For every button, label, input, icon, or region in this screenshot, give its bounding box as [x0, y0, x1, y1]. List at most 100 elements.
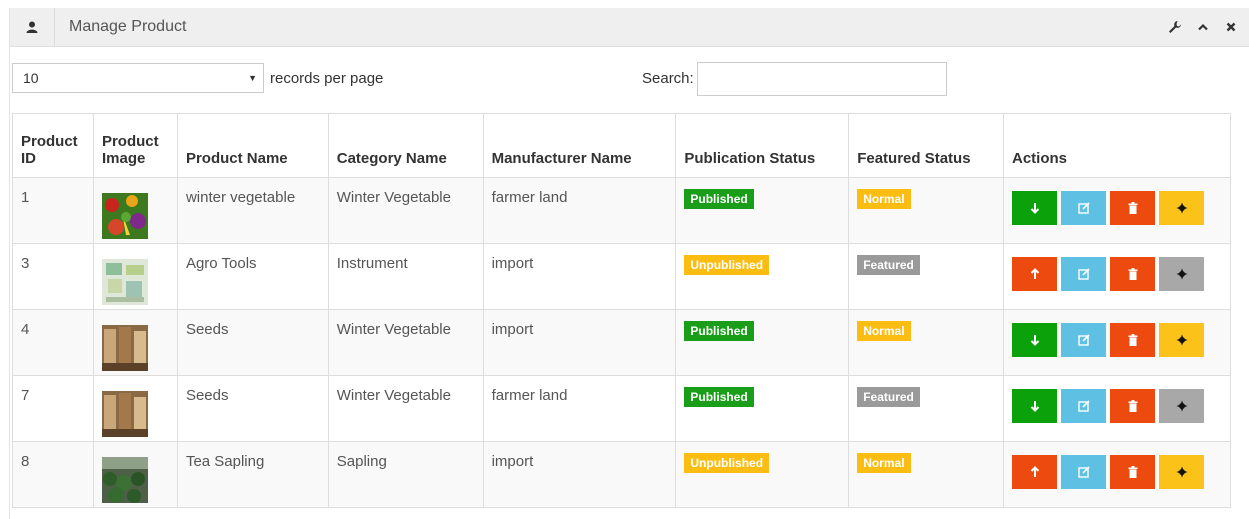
edit-icon [1077, 202, 1090, 214]
category-name: Sapling [327, 441, 484, 508]
table-header-row: Product ID Product Image Product Name Cate… [12, 113, 1231, 178]
arrow-down-icon [1030, 401, 1039, 412]
chevron-up-icon[interactable] [1195, 19, 1211, 35]
delete-button[interactable] [1110, 389, 1155, 423]
product-image-vegetables [101, 193, 148, 239]
edit-icon [1077, 268, 1090, 280]
trash-icon [1128, 466, 1137, 478]
search-label: Search: [642, 70, 694, 87]
publish-button[interactable] [1012, 455, 1057, 489]
manufacturer-name: import [482, 441, 677, 508]
close-icon[interactable] [1223, 19, 1239, 35]
product-name: Agro Tools [176, 243, 329, 310]
table-row: 3 Agro Tools Instrument import Unpublish… [12, 243, 1231, 310]
feature-button[interactable] [1159, 323, 1204, 357]
publication-status-badge: Published [684, 189, 754, 209]
product-name: Seeds [176, 375, 329, 442]
edit-button[interactable] [1061, 191, 1106, 225]
arrow-down-icon [1030, 203, 1039, 214]
manufacturer-name: import [482, 243, 677, 310]
table-row: 7 Seeds Winter Vegetable farmer land Pub… [12, 375, 1231, 442]
edit-icon [1077, 400, 1090, 412]
category-name: Winter Vegetable [327, 375, 484, 442]
product-id: 8 [12, 441, 94, 508]
unpublish-button[interactable] [1012, 389, 1057, 423]
manufacturer-name: farmer land [482, 375, 677, 442]
table-row: 1 winter vegetable Winter Vegetable farm… [12, 177, 1231, 244]
product-image-seeds [101, 391, 148, 437]
featured-status-badge: Featured [857, 255, 920, 275]
featured-status-badge: Featured [857, 387, 920, 407]
delete-button[interactable] [1110, 323, 1155, 357]
edit-button[interactable] [1061, 455, 1106, 489]
product-id: 3 [12, 243, 94, 310]
wrench-icon[interactable] [1167, 19, 1183, 35]
page-size-select[interactable]: 10 ▼ [12, 63, 264, 93]
user-icon [10, 8, 55, 46]
trash-icon [1128, 268, 1137, 280]
delete-button[interactable] [1110, 191, 1155, 225]
edit-button[interactable] [1061, 257, 1106, 291]
feature-button[interactable] [1159, 191, 1204, 225]
star-icon [1176, 400, 1187, 412]
featured-status-badge: Normal [857, 189, 911, 209]
search-input[interactable] [697, 62, 947, 96]
delete-button[interactable] [1110, 257, 1155, 291]
arrow-up-icon [1030, 268, 1039, 279]
featured-status-badge: Normal [857, 321, 911, 341]
col-header-product-name[interactable]: Product Name [176, 113, 329, 178]
col-header-actions: Actions [1003, 113, 1231, 178]
category-name: Winter Vegetable [327, 177, 484, 244]
table-controls: 10 ▼ records per page Search: [12, 62, 1232, 98]
product-id: 7 [12, 375, 94, 442]
publication-status-badge: Published [684, 321, 754, 341]
trash-icon [1128, 334, 1137, 346]
manufacturer-name: farmer land [482, 177, 677, 244]
unpublish-button[interactable] [1012, 323, 1057, 357]
feature-button[interactable] [1159, 455, 1204, 489]
edit-icon [1077, 334, 1090, 346]
product-name: winter vegetable [176, 177, 329, 244]
col-header-featured-status[interactable]: Featured Status [848, 113, 1004, 178]
category-name: Instrument [327, 243, 484, 310]
arrow-up-icon [1030, 466, 1039, 477]
product-id: 4 [12, 309, 94, 376]
product-image-tea-sapling [101, 457, 148, 503]
star-icon [1176, 334, 1187, 346]
product-id: 1 [12, 177, 94, 244]
col-header-manufacturer-name[interactable]: Manufacturer Name [482, 113, 677, 178]
unpublish-button[interactable] [1012, 191, 1057, 225]
publication-status-badge: Unpublished [684, 453, 770, 473]
publication-status-badge: Unpublished [684, 255, 770, 275]
col-header-product-id[interactable]: Product ID [12, 113, 94, 178]
product-name: Seeds [176, 309, 329, 376]
col-header-product-image[interactable]: Product Image [92, 113, 178, 178]
edit-button[interactable] [1061, 323, 1106, 357]
page-size-value: 10 [23, 70, 39, 86]
publication-status-badge: Published [684, 387, 754, 407]
manufacturer-name: import [482, 309, 677, 376]
unfeature-button[interactable] [1159, 389, 1204, 423]
panel-header: Manage Product [10, 8, 1249, 47]
panel-title: Manage Product [69, 18, 187, 35]
product-name: Tea Sapling [176, 441, 329, 508]
arrow-down-icon [1030, 335, 1039, 346]
records-per-page-label: records per page [270, 70, 384, 87]
product-table: Product ID Product Image Product Name Cate… [12, 113, 1231, 508]
publish-button[interactable] [1012, 257, 1057, 291]
unfeature-button[interactable] [1159, 257, 1204, 291]
table-row: 8 Tea Sapling Sapling import Unpublished… [12, 441, 1231, 508]
col-header-publication-status[interactable]: Publication Status [675, 113, 850, 178]
table-row: 4 Seeds Winter Vegetable import Publishe… [12, 309, 1231, 376]
trash-icon [1128, 400, 1137, 412]
featured-status-badge: Normal [857, 453, 911, 473]
col-header-category-name[interactable]: Category Name [327, 113, 484, 178]
star-icon [1176, 268, 1187, 280]
edit-icon [1077, 466, 1090, 478]
edit-button[interactable] [1061, 389, 1106, 423]
dropdown-arrow-icon: ▼ [248, 73, 257, 83]
star-icon [1176, 202, 1187, 214]
trash-icon [1128, 202, 1137, 214]
delete-button[interactable] [1110, 455, 1155, 489]
star-icon [1176, 466, 1187, 478]
